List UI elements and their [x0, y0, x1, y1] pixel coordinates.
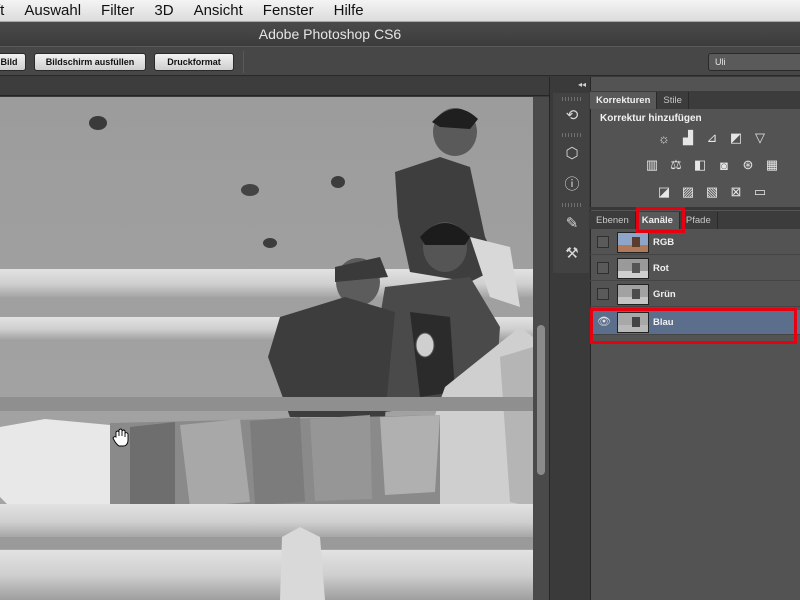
channel-name: RGB	[653, 237, 675, 248]
channel-thumbnail	[617, 284, 649, 305]
layers-tab-row: Ebenen Kanäle Pfade	[590, 211, 800, 229]
menu-item-ft[interactable]: ft	[0, 2, 14, 19]
panel-divider	[590, 207, 800, 210]
tab-korrekturen[interactable]: Korrekturen	[590, 92, 658, 109]
curves-icon[interactable]: ⊿	[703, 130, 721, 146]
options-separator	[243, 51, 244, 73]
brightness-icon[interactable]: ☼	[655, 130, 673, 146]
scrollbar-thumb[interactable]	[537, 325, 545, 475]
threshold-icon[interactable]: ▧	[703, 184, 721, 200]
tab-pfade[interactable]: Pfade	[680, 212, 718, 229]
menu-item-hilfe[interactable]: Hilfe	[324, 2, 374, 19]
menu-item-filter[interactable]: Filter	[91, 2, 144, 19]
black-white-icon[interactable]: ◧	[691, 157, 709, 173]
exposure-icon[interactable]: ◩	[727, 130, 745, 146]
visibility-toggle[interactable]	[597, 236, 609, 248]
fit-image-button[interactable]: Bild	[0, 53, 26, 71]
window-title: Adobe Photoshop CS6	[258, 26, 402, 42]
vibrance-icon[interactable]: ▽	[751, 130, 769, 146]
image-canvas[interactable]	[0, 97, 533, 600]
channel-thumbnail	[617, 258, 649, 279]
workspace-select[interactable]: Uli	[708, 53, 800, 71]
menu-item-3d[interactable]: 3D	[144, 2, 183, 19]
channel-name: Rot	[653, 263, 669, 274]
channel-name: Grün	[653, 289, 676, 300]
visibility-toggle[interactable]	[597, 288, 609, 300]
color-balance-icon[interactable]: ⚖	[667, 157, 685, 173]
invert-icon[interactable]: ◪	[655, 184, 673, 200]
menu-item-auswahl[interactable]: Auswahl	[14, 2, 91, 19]
history-icon[interactable]: ⟲	[562, 106, 582, 124]
collapse-panels-icon[interactable]: ◂◂	[578, 80, 586, 89]
dock-grip[interactable]	[562, 133, 582, 137]
photoshop-window: ft Auswahl Filter 3D Ansicht Fenster Hil…	[0, 0, 800, 600]
posterize-icon[interactable]: ▨	[679, 184, 697, 200]
channel-row-rgb[interactable]: RGB	[590, 230, 800, 255]
photo-blue-channel	[0, 97, 533, 600]
channel-mixer-icon[interactable]: ⊛	[739, 157, 757, 173]
visibility-toggle[interactable]	[597, 262, 609, 274]
tab-ebenen[interactable]: Ebenen	[590, 212, 636, 229]
brush-presets-icon[interactable]: ✎	[562, 214, 582, 232]
document-tab-bar	[0, 77, 549, 96]
hue-saturation-icon[interactable]: ▥	[643, 157, 661, 173]
dock-grip[interactable]	[562, 203, 582, 207]
channel-row-rot[interactable]: Rot	[590, 256, 800, 281]
menu-bar: ft Auswahl Filter 3D Ansicht Fenster Hil…	[0, 0, 800, 22]
selective-color-icon[interactable]: ⊠	[727, 184, 745, 200]
options-bar: Bild Bildschirm ausfüllen Druckformat Ul…	[0, 46, 800, 76]
tab-stile[interactable]: Stile	[657, 92, 689, 109]
highlight-blau-channel	[590, 308, 797, 344]
channel-thumbnail	[617, 232, 649, 253]
info-icon[interactable]: ⓘ	[562, 174, 582, 193]
gradient-map-icon[interactable]: ▭	[751, 184, 769, 200]
adjustments-tab-row: Korrekturen Stile	[590, 91, 800, 109]
menu-item-fenster[interactable]: Fenster	[253, 2, 324, 19]
highlight-kanaele-tab	[636, 207, 685, 233]
canvas-vertical-scrollbar[interactable]	[533, 97, 549, 600]
title-bar: Adobe Photoshop CS6	[0, 22, 800, 46]
color-lookup-icon[interactable]: ▦	[763, 157, 781, 173]
menu-item-ansicht[interactable]: Ansicht	[184, 2, 253, 19]
photo-filter-icon[interactable]: ◙	[715, 157, 733, 173]
levels-icon[interactable]: ▟	[679, 130, 697, 146]
print-size-button[interactable]: Druckformat	[154, 53, 234, 71]
dock-grip[interactable]	[562, 97, 582, 101]
fill-screen-button[interactable]: Bildschirm ausfüllen	[34, 53, 146, 71]
channel-row-gruen[interactable]: Grün	[590, 282, 800, 307]
tool-presets-icon[interactable]: ⚒	[562, 244, 582, 262]
adjustments-heading: Korrektur hinzufügen	[600, 113, 702, 124]
3d-cube-icon[interactable]: ⬡	[562, 144, 582, 162]
